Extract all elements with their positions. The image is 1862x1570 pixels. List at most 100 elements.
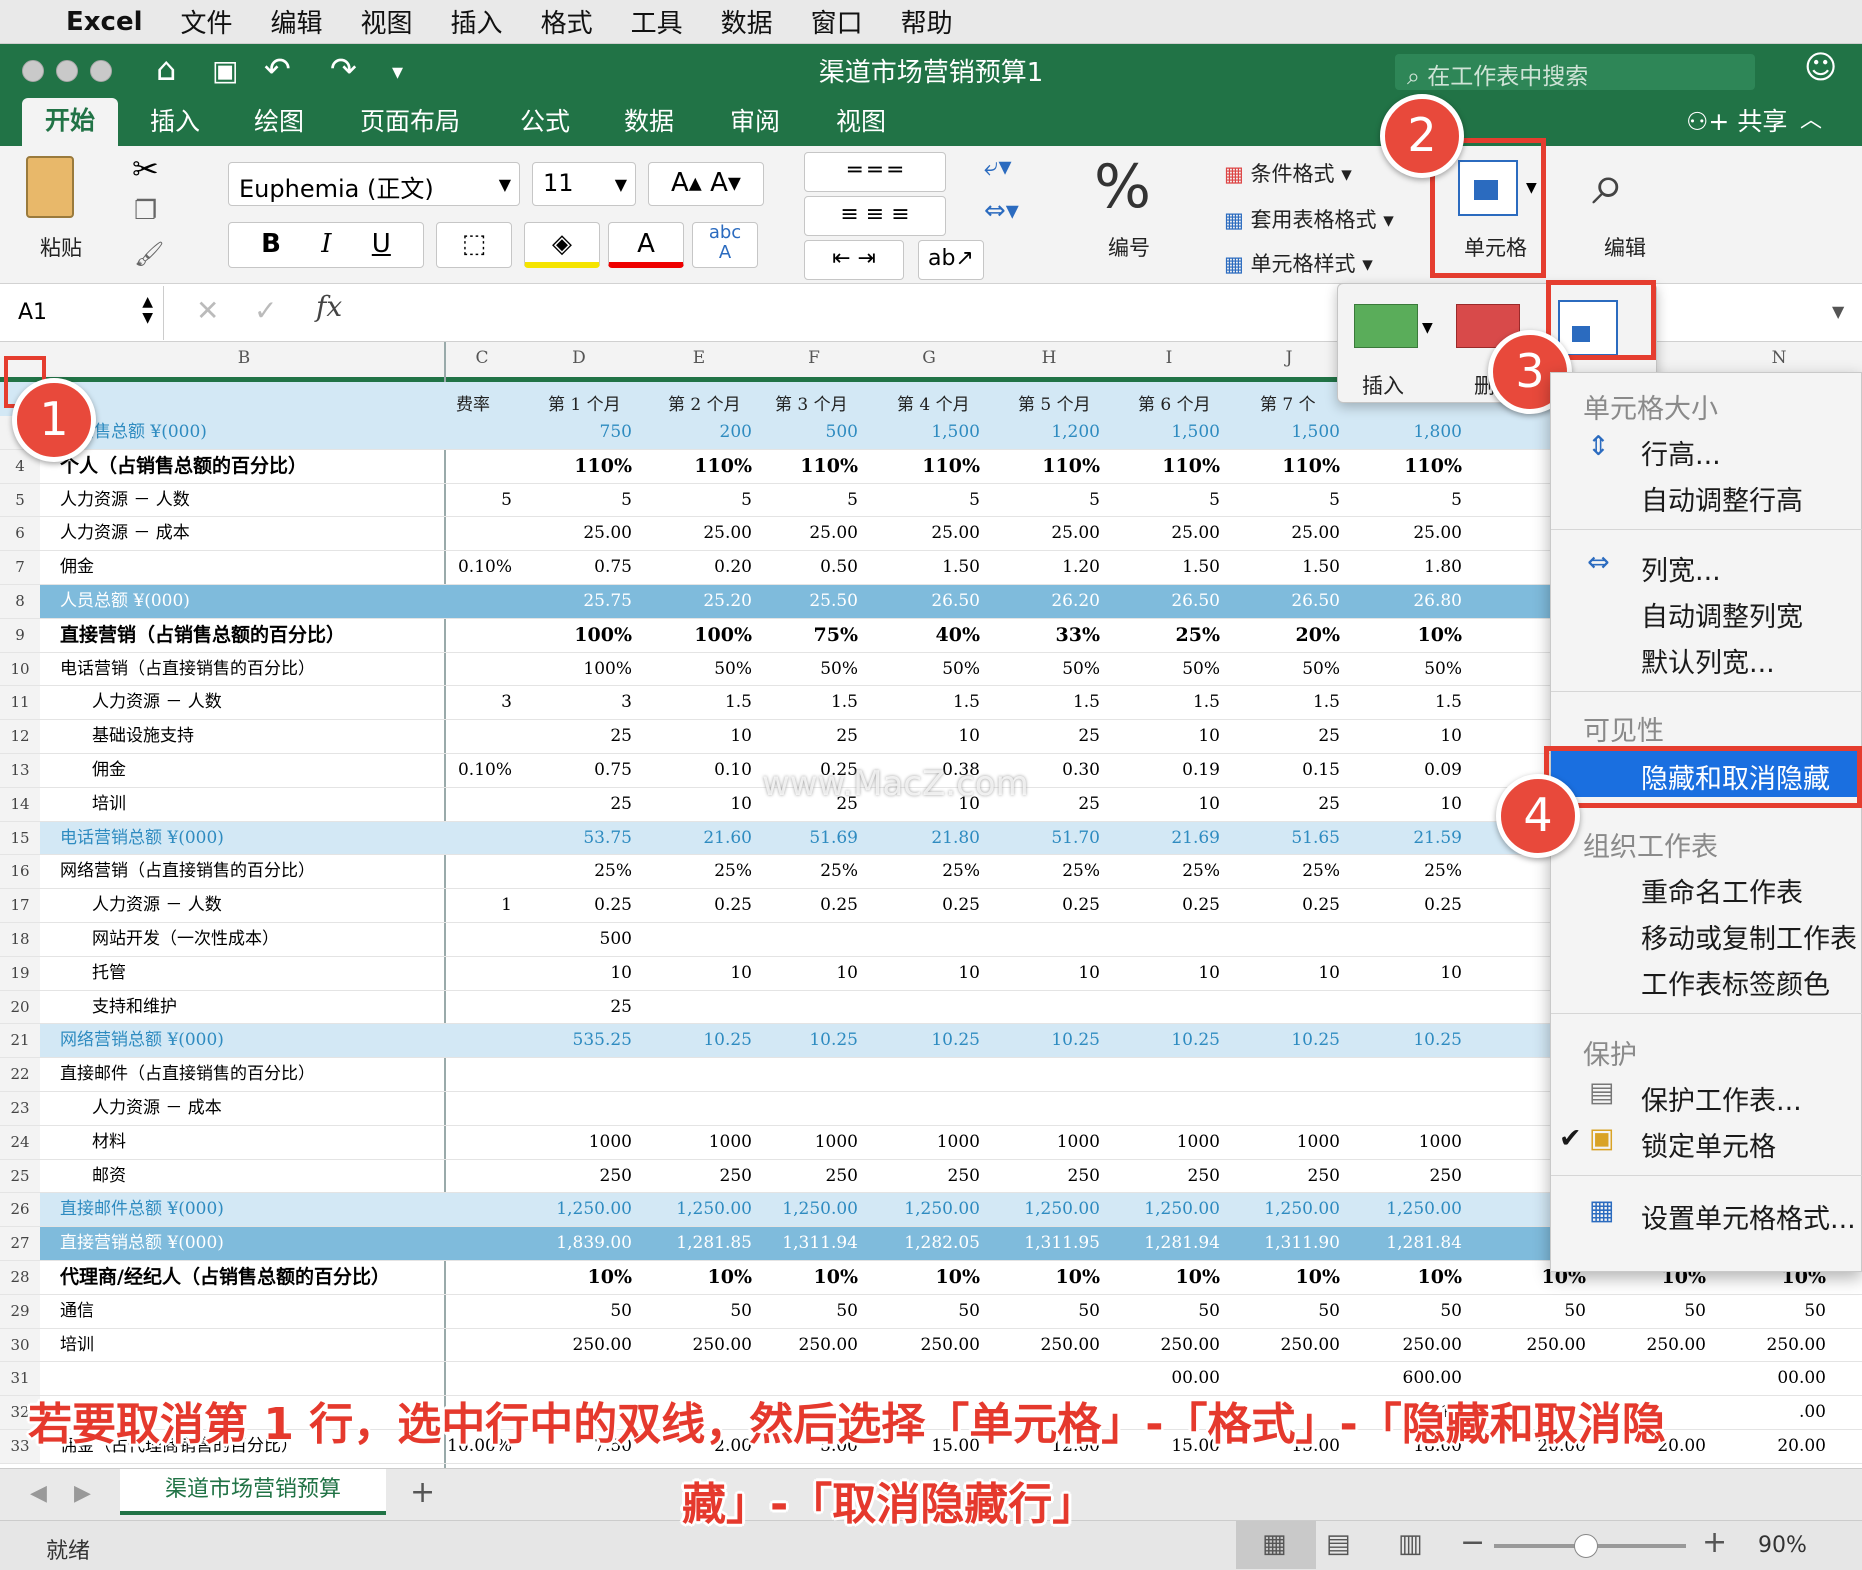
data-cell[interactable]: 5 — [748, 484, 858, 518]
data-cell[interactable]: 250.00 — [1230, 1329, 1340, 1363]
row-label[interactable]: 个人（占销售总额的百分比） — [60, 450, 307, 484]
row-label[interactable]: 电话营销（占直接销售的百分比） — [60, 653, 315, 687]
orientation-icon[interactable]: ab↗ — [918, 240, 984, 280]
data-cell[interactable]: 50 — [1110, 1295, 1220, 1329]
format-painter-icon[interactable]: 🖌 — [134, 240, 164, 268]
data-cell[interactable]: 10% — [1352, 1261, 1463, 1295]
data-cell[interactable]: 25 — [522, 720, 632, 754]
merge-center-icon[interactable]: ⇔▾ — [984, 196, 1019, 226]
row-label[interactable]: 人力资源 － 人数 — [60, 484, 190, 518]
data-cell[interactable]: 25 — [748, 720, 858, 754]
data-cell[interactable]: 25.00 — [748, 517, 858, 551]
row-number[interactable]: 18 — [0, 923, 40, 956]
data-cell[interactable]: 26.50 — [1230, 585, 1340, 619]
data-cell[interactable]: 100% — [522, 619, 632, 653]
add-sheet-icon[interactable]: + — [410, 1475, 435, 1510]
data-cell[interactable]: 25.00 — [1110, 517, 1220, 551]
row-label[interactable]: 佣金 — [60, 551, 94, 585]
data-cell[interactable]: 10 — [642, 720, 752, 754]
font-size-select[interactable]: 11 ▼ — [532, 162, 636, 206]
data-cell[interactable]: 1000 — [870, 1126, 980, 1160]
col-header-d[interactable]: D — [520, 348, 638, 368]
data-cell[interactable]: 50 — [1596, 1295, 1706, 1329]
data-cell[interactable]: 21.59 — [1352, 822, 1462, 856]
row-number[interactable]: 29 — [0, 1294, 40, 1328]
data-cell[interactable]: 10.25 — [1110, 1024, 1220, 1058]
data-cell[interactable]: 26.80 — [1352, 585, 1462, 619]
collapse-ribbon-icon[interactable]: ︿ — [1800, 102, 1822, 134]
data-cell[interactable]: 50 — [1716, 1295, 1826, 1329]
tab-review[interactable]: 审阅 — [730, 102, 780, 138]
data-cell[interactable]: 1.5 — [642, 686, 752, 720]
expand-formula-icon[interactable]: ▼ — [1832, 302, 1844, 321]
name-box[interactable]: A1 ▲ ▼ — [0, 286, 164, 340]
data-cell[interactable]: 25% — [642, 855, 752, 889]
horizontal-align-group[interactable]: ≡ ≡ ≡ — [804, 196, 946, 236]
data-cell[interactable]: 1,250.00 — [1352, 1193, 1462, 1227]
data-cell[interactable]: 250.00 — [1352, 1329, 1462, 1363]
data-cell[interactable]: 10.25 — [642, 1024, 752, 1058]
data-cell[interactable]: 1.50 — [1230, 551, 1340, 585]
next-sheet-icon[interactable]: ▶ — [74, 1481, 91, 1506]
data-cell[interactable]: 26.20 — [990, 585, 1100, 619]
row-number[interactable]: 8 — [0, 585, 40, 618]
format-as-table-button[interactable]: ▦ 套用表格格式 ▾ — [1224, 204, 1394, 234]
menu-item-default-width[interactable]: 默认列宽... — [1641, 641, 1775, 680]
data-cell[interactable]: 10 — [870, 957, 980, 991]
page-layout-view-icon[interactable]: ▤ — [1326, 1529, 1351, 1559]
data-cell[interactable]: 500 — [748, 416, 858, 450]
tab-page-layout[interactable]: 页面布局 — [360, 102, 460, 138]
data-cell[interactable]: 50 — [1476, 1295, 1586, 1329]
tab-draw[interactable]: 绘图 — [254, 102, 304, 138]
data-cell[interactable]: 250.00 — [522, 1329, 632, 1363]
row-number[interactable]: 14 — [0, 787, 40, 821]
row-label[interactable]: 直接营销（占销售总额的百分比） — [60, 619, 345, 653]
data-cell[interactable]: 20.00 — [1716, 1430, 1826, 1464]
data-cell[interactable]: 100% — [522, 653, 632, 687]
data-cell[interactable]: 5 — [522, 484, 632, 518]
insert-function-icon[interactable]: fx — [316, 290, 342, 323]
data-cell[interactable]: 10 — [870, 720, 980, 754]
data-cell[interactable]: 0.75 — [522, 551, 632, 585]
find-icon[interactable]: ⌕ — [1592, 150, 1624, 219]
data-cell[interactable]: 0.20 — [642, 551, 752, 585]
enter-icon[interactable]: ✓ — [254, 294, 277, 327]
data-cell[interactable]: 1,281.84 — [1352, 1227, 1462, 1261]
data-cell[interactable]: 0.25 — [870, 889, 980, 923]
data-cell[interactable]: 50 — [1230, 1295, 1340, 1329]
row-label[interactable]: 直接营销总额 ¥(000) — [60, 1227, 224, 1261]
col-header-g[interactable]: G — [870, 348, 988, 368]
data-cell[interactable]: 26.50 — [870, 585, 980, 619]
data-cell[interactable]: 1000 — [990, 1126, 1100, 1160]
menu-insert[interactable]: 插入 — [451, 3, 503, 40]
data-cell[interactable]: 500 — [522, 923, 632, 957]
data-cell[interactable]: 1000 — [1352, 1126, 1462, 1160]
data-cell[interactable]: 10 — [642, 957, 752, 991]
menu-window[interactable]: 窗口 — [811, 3, 863, 40]
font-size-increase-decrease[interactable]: A▴ A▾ — [648, 162, 764, 206]
number-format-icon[interactable]: % — [1094, 152, 1151, 222]
cell-styles-button[interactable]: ▦ 单元格样式 ▾ — [1224, 248, 1373, 278]
row-number[interactable]: 19 — [0, 956, 40, 990]
row-label[interactable]: 培训 — [60, 1329, 94, 1363]
data-cell[interactable]: 25.50 — [748, 585, 858, 619]
col-header-i[interactable]: I — [1110, 348, 1228, 368]
zoom-in-button[interactable]: + — [1702, 1525, 1727, 1560]
data-cell[interactable]: 50 — [748, 1295, 858, 1329]
data-cell[interactable]: 250 — [1110, 1160, 1220, 1194]
data-cell[interactable]: 250.00 — [1596, 1329, 1706, 1363]
data-cell[interactable]: 1,281.94 — [1110, 1227, 1220, 1261]
menu-item-format-cells[interactable]: 设置单元格格式... — [1641, 1197, 1856, 1236]
col-header-n[interactable]: N — [1720, 348, 1838, 368]
data-cell[interactable]: 25.00 — [870, 517, 980, 551]
data-cell[interactable]: 250.00 — [1716, 1329, 1826, 1363]
row-number[interactable]: 23 — [0, 1092, 40, 1125]
data-cell[interactable]: 10 — [1230, 957, 1340, 991]
data-cell[interactable]: 110% — [1110, 450, 1220, 484]
data-cell[interactable]: 10.25 — [748, 1024, 858, 1058]
insert-cells-icon[interactable] — [1354, 304, 1418, 348]
data-cell[interactable]: 25% — [522, 855, 632, 889]
row-number[interactable]: 30 — [0, 1328, 40, 1362]
data-cell[interactable]: 0.25 — [522, 889, 632, 923]
data-cell[interactable]: 26.50 — [1110, 585, 1220, 619]
